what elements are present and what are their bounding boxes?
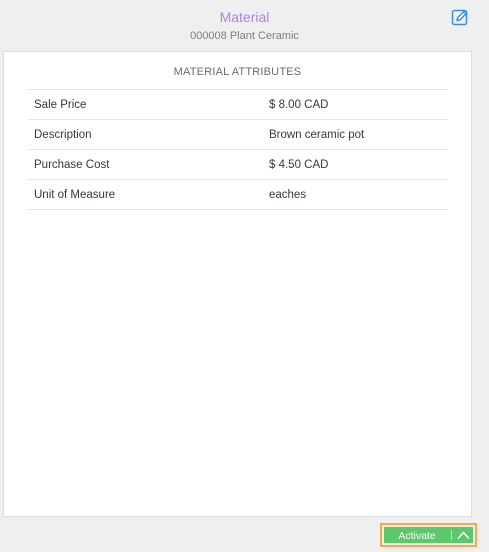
- attribute-row-purchase-cost: Purchase Cost $ 4.50 CAD: [28, 149, 448, 179]
- page-header: Material 000008 Plant Ceramic: [0, 0, 489, 50]
- attribute-value: eaches: [269, 189, 307, 201]
- attribute-label: Purchase Cost: [34, 159, 110, 171]
- attribute-label: Sale Price: [34, 99, 87, 111]
- button-divider: [451, 530, 452, 540]
- section-title: MATERIAL ATTRIBUTES: [173, 66, 302, 78]
- attribute-value: $ 4.50 CAD: [269, 159, 329, 171]
- attributes-panel: MATERIAL ATTRIBUTES Sale Price $ 8.00 CA…: [3, 51, 472, 517]
- material-identifier: 000008 Plant Ceramic: [190, 30, 299, 42]
- attribute-label: Description: [34, 129, 92, 141]
- attributes-table: Sale Price $ 8.00 CAD Description Brown …: [28, 89, 448, 210]
- activate-button-label: Activate: [398, 530, 436, 542]
- activate-highlight: Activate: [380, 523, 477, 547]
- edit-button[interactable]: [451, 8, 469, 26]
- attribute-row-unit-of-measure: Unit of Measure eaches: [28, 179, 448, 210]
- chevron-up-icon[interactable]: [457, 530, 470, 540]
- attribute-value: $ 8.00 CAD: [269, 99, 329, 111]
- attribute-value: Brown ceramic pot: [269, 129, 365, 141]
- attribute-row-description: Description Brown ceramic pot: [28, 119, 448, 149]
- activate-button[interactable]: Activate: [384, 527, 473, 543]
- edit-icon: [451, 9, 468, 26]
- page-title: Material: [219, 9, 270, 25]
- attribute-row-sale-price: Sale Price $ 8.00 CAD: [28, 89, 448, 119]
- attribute-label: Unit of Measure: [34, 189, 116, 201]
